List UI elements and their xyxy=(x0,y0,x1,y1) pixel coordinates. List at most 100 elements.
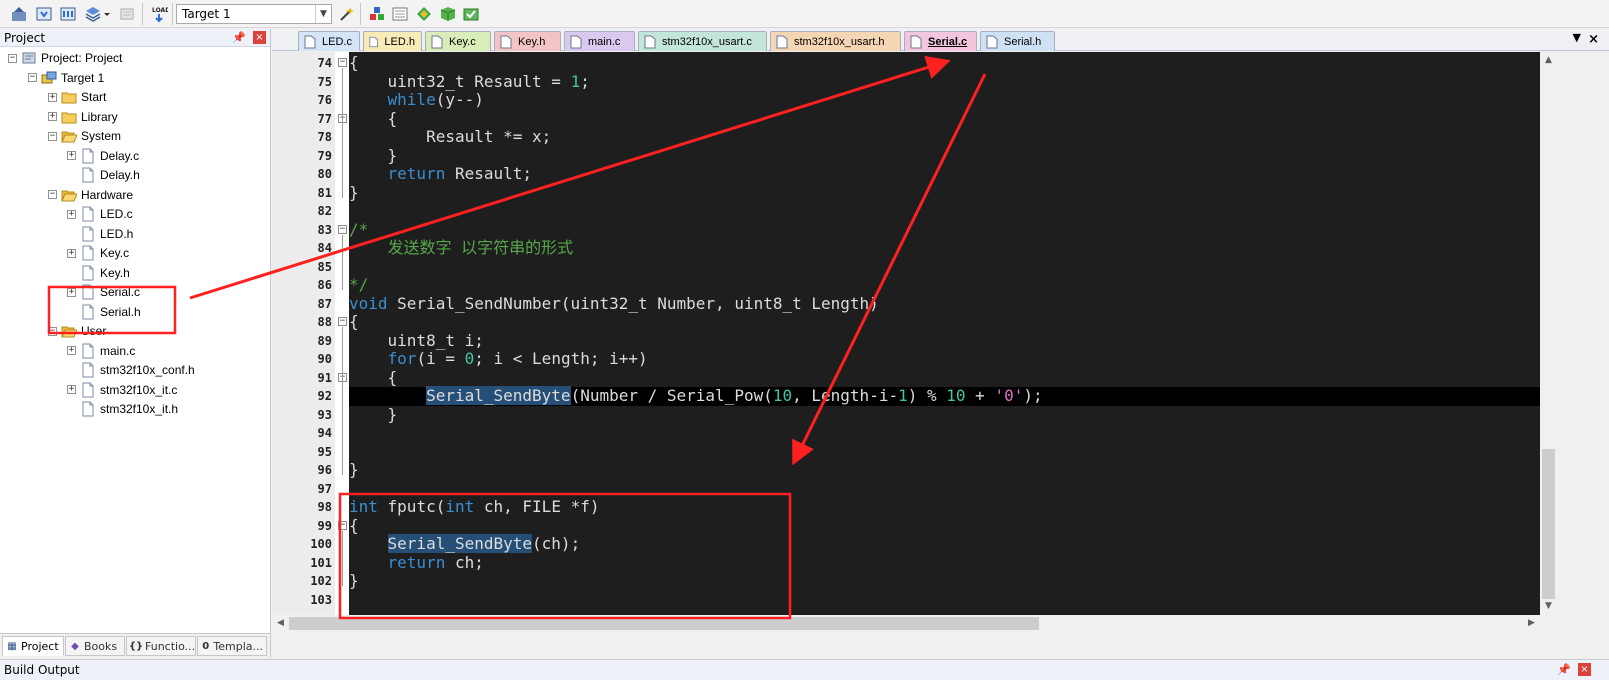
code-line[interactable]: Serial_SendByte(ch); xyxy=(349,534,1540,554)
code-line[interactable]: { xyxy=(349,516,1540,536)
tree-item[interactable]: − Project: Project xyxy=(8,49,122,67)
tree-item[interactable]: − User xyxy=(48,322,106,340)
expand-icon[interactable]: + xyxy=(48,112,57,121)
collapse-icon[interactable]: − xyxy=(338,520,347,530)
code-line[interactable]: return Resault; xyxy=(349,164,1540,184)
manage-components-icon[interactable] xyxy=(366,3,388,25)
expand-icon[interactable]: + xyxy=(67,385,76,394)
tab-books[interactable]: ◆ Books xyxy=(65,636,125,656)
pin-icon[interactable]: 📌 xyxy=(1557,663,1571,676)
tree-item[interactable]: stm32f10x_it.h xyxy=(67,400,178,418)
expand-icon[interactable]: + xyxy=(67,346,76,355)
editor-tab[interactable]: stm32f10x_usart.c xyxy=(638,31,767,51)
code-line[interactable] xyxy=(349,424,1540,443)
tree-item[interactable]: + Serial.c xyxy=(67,283,140,301)
collapse-icon[interactable]: − xyxy=(338,58,347,67)
collapse-icon[interactable]: − xyxy=(28,73,37,82)
code-line[interactable] xyxy=(349,258,1540,277)
code-line[interactable]: } xyxy=(349,405,1540,425)
horizontal-scrollbar[interactable]: ◀ ▶ xyxy=(272,615,1557,632)
editor-tab[interactable]: Serial.h xyxy=(980,31,1055,51)
code-editor[interactable]: 74−{75 uint32_t Resault = 1; 76 while(y--… xyxy=(272,52,1540,615)
editor-tab[interactable]: Key.c xyxy=(425,31,491,51)
tree-item[interactable]: − System xyxy=(48,127,121,145)
tab-list-dropdown-icon[interactable]: ▼ xyxy=(1573,31,1581,44)
target-select[interactable]: Target 1 ▼ xyxy=(176,4,332,24)
code-line[interactable]: } xyxy=(349,460,1540,480)
code-line[interactable]: Serial_SendByte(Number / Serial_Pow(10, … xyxy=(349,386,1540,406)
tab-functions[interactable]: {} Functio... xyxy=(126,636,196,656)
tree-item[interactable]: − Hardware xyxy=(48,186,133,204)
tree-item[interactable]: Serial.h xyxy=(67,303,141,321)
collapse-icon[interactable]: − xyxy=(338,317,347,326)
horizontal-scroll-thumb[interactable] xyxy=(289,617,1039,630)
close-icon[interactable]: × xyxy=(253,31,266,44)
collapse-icon[interactable]: − xyxy=(8,53,17,63)
code-line[interactable] xyxy=(349,443,1540,462)
tree-item[interactable]: Delay.h xyxy=(67,166,140,184)
editor-tab[interactable]: main.c xyxy=(564,31,635,51)
file-extensions-icon[interactable] xyxy=(389,3,411,25)
scroll-left-icon[interactable]: ◀ xyxy=(272,615,289,632)
code-line[interactable] xyxy=(349,480,1540,499)
code-line[interactable]: while(y--) xyxy=(349,90,1540,110)
code-line[interactable]: { xyxy=(349,368,1540,388)
tree-item[interactable]: LED.h xyxy=(67,225,133,243)
load-icon[interactable]: LOAD xyxy=(148,3,170,25)
tree-item[interactable]: + Key.c xyxy=(67,244,129,262)
batch-build-icon[interactable] xyxy=(82,3,104,25)
editor-tab[interactable]: stm32f10x_usart.h xyxy=(770,31,901,51)
close-icon[interactable]: × xyxy=(1578,663,1591,676)
code-line[interactable]: 发送数字 以字符串的形式 xyxy=(349,238,1540,258)
pack-update-icon[interactable] xyxy=(460,3,482,25)
close-tab-icon[interactable]: × xyxy=(1588,32,1599,47)
code-line[interactable]: { xyxy=(349,53,1540,73)
tab-project[interactable]: ▦ Project xyxy=(2,636,64,656)
editor-tab[interactable]: Key.h xyxy=(494,31,561,51)
collapse-icon[interactable]: − xyxy=(48,131,57,141)
expand-icon[interactable]: + xyxy=(67,209,76,219)
editor-tab[interactable]: LED.c xyxy=(298,31,360,51)
collapse-icon[interactable]: − xyxy=(48,190,57,199)
chevron-down-icon[interactable]: ▼ xyxy=(315,5,331,23)
code-line[interactable]: void Serial_SendNumber(uint32_t Number, … xyxy=(349,294,1540,314)
tree-item[interactable]: Key.h xyxy=(67,264,130,282)
rebuild-icon[interactable] xyxy=(57,3,79,25)
scroll-right-icon[interactable]: ▶ xyxy=(1523,615,1540,632)
code-line[interactable]: { xyxy=(349,109,1540,129)
scroll-up-icon[interactable]: ▲ xyxy=(1540,52,1557,69)
tab-templates[interactable]: 0 Templa... xyxy=(197,636,267,656)
stop-build-icon[interactable] xyxy=(116,3,138,25)
select-software-packs-icon[interactable] xyxy=(437,3,459,25)
code-line[interactable]: for(i = 0; i < Length; i++) xyxy=(349,349,1540,369)
code-line[interactable]: } xyxy=(349,146,1540,166)
code-line[interactable]: { xyxy=(349,312,1540,332)
expand-icon[interactable]: + xyxy=(67,248,76,258)
collapse-icon[interactable]: − xyxy=(338,224,347,234)
code-line[interactable]: /* xyxy=(349,220,1540,240)
vertical-scroll-thumb[interactable] xyxy=(1542,449,1555,599)
code-line[interactable]: uint8_t i; xyxy=(349,331,1540,351)
tree-item[interactable]: − Target 1 xyxy=(28,69,104,87)
translate-icon[interactable] xyxy=(8,3,30,25)
code-line[interactable] xyxy=(349,591,1540,610)
expand-icon[interactable]: + xyxy=(67,151,76,160)
code-line[interactable]: int fputc(int ch, FILE *f) xyxy=(349,497,1540,517)
code-line[interactable]: return ch; xyxy=(349,553,1540,573)
pin-icon[interactable]: 📌 xyxy=(232,31,246,44)
build-icon[interactable] xyxy=(33,3,55,25)
code-line[interactable]: } xyxy=(349,183,1540,203)
dropdown-arrow-icon[interactable] xyxy=(102,3,112,25)
tree-item[interactable]: + Start xyxy=(48,88,106,106)
options-wand-icon[interactable] xyxy=(336,3,358,25)
code-line[interactable]: } xyxy=(349,571,1540,591)
tree-item[interactable]: + Delay.c xyxy=(67,147,139,165)
vertical-scrollbar[interactable]: ▲ ▼ xyxy=(1540,52,1557,615)
expand-icon[interactable]: + xyxy=(67,287,76,297)
code-line[interactable]: Resault *= x; xyxy=(349,127,1540,147)
code-line[interactable]: */ xyxy=(349,275,1540,295)
pack-installer-icon[interactable] xyxy=(413,3,435,25)
expand-icon[interactable]: + xyxy=(48,92,57,102)
code-line[interactable]: uint32_t Resault = 1; xyxy=(349,72,1540,92)
scroll-down-icon[interactable]: ▼ xyxy=(1540,598,1557,615)
